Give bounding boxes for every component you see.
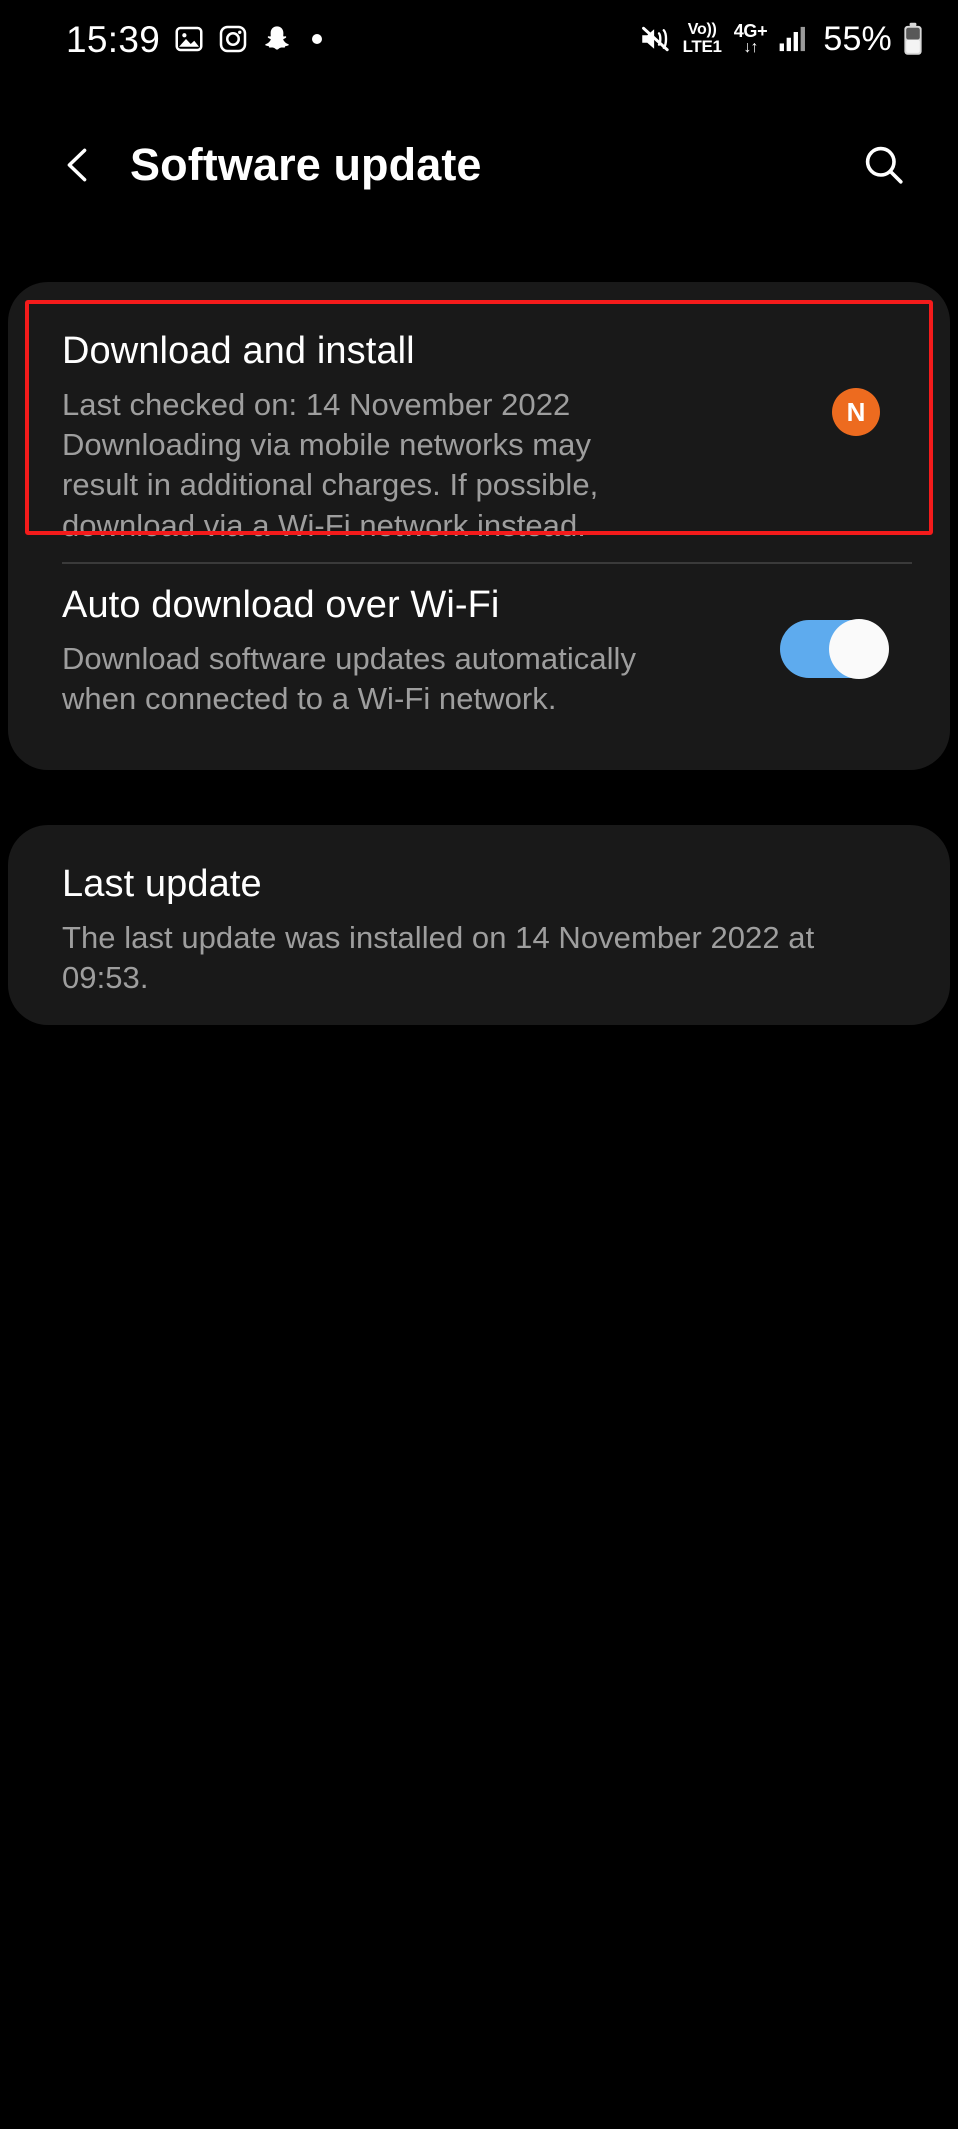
auto-download-row[interactable]: Auto download over Wi-Fi Download softwa…	[8, 584, 950, 719]
download-and-install-title: Download and install	[62, 330, 415, 372]
instagram-icon	[218, 24, 248, 54]
status-bar-left: 15:39	[66, 18, 323, 60]
last-update-description: The last update was installed on 14 Nove…	[62, 919, 815, 995]
status-bar-clock: 15:39	[66, 18, 161, 60]
download-and-install-text: Download and install Last checked on: 14…	[62, 330, 672, 546]
updates-card: Download and install Last checked on: 14…	[8, 282, 950, 770]
search-icon	[860, 141, 908, 189]
signal-bars-icon	[777, 25, 809, 53]
volte-indicator: Vo)) LTE1	[682, 21, 722, 57]
network-type-indicator: 4G+ ↓↑	[733, 20, 768, 57]
software-update-screen: 15:39 Vo)) LTE1 4G+ ↓↑ 55% Software upda…	[0, 0, 958, 2129]
app-bar: Software update	[0, 110, 958, 220]
page-title: Software update	[130, 139, 482, 190]
last-update-card: Last update The last update was installe…	[8, 825, 950, 1025]
snapchat-icon	[262, 24, 292, 54]
back-button[interactable]	[35, 122, 121, 208]
last-update-title: Last update	[62, 863, 262, 905]
auto-download-description: Download software updates automatically …	[62, 640, 637, 716]
last-update-text: Last update The last update was installe…	[62, 863, 842, 998]
download-and-install-description: Last checked on: 14 November 2022 Downlo…	[62, 386, 599, 543]
auto-download-toggle[interactable]	[780, 619, 889, 679]
new-update-badge: N	[832, 388, 880, 436]
download-and-install-row[interactable]: Download and install Last checked on: 14…	[8, 330, 950, 546]
auto-download-title: Auto download over Wi-Fi	[62, 584, 500, 626]
search-button[interactable]	[846, 127, 922, 203]
status-bar: 15:39 Vo)) LTE1 4G+ ↓↑ 55%	[0, 0, 958, 78]
divider	[62, 562, 912, 564]
auto-download-text: Auto download over Wi-Fi Download softwa…	[62, 584, 702, 719]
status-bar-right: Vo)) LTE1 4G+ ↓↑ 55%	[639, 20, 924, 59]
battery-icon	[902, 22, 924, 56]
dot-icon	[312, 34, 323, 44]
toggle-thumb	[829, 619, 889, 679]
back-chevron-icon	[56, 143, 100, 187]
battery-percentage: 55%	[823, 19, 892, 58]
gallery-icon	[174, 24, 204, 54]
volume-mute-icon	[639, 24, 673, 54]
last-update-row: Last update The last update was installe…	[8, 863, 950, 998]
